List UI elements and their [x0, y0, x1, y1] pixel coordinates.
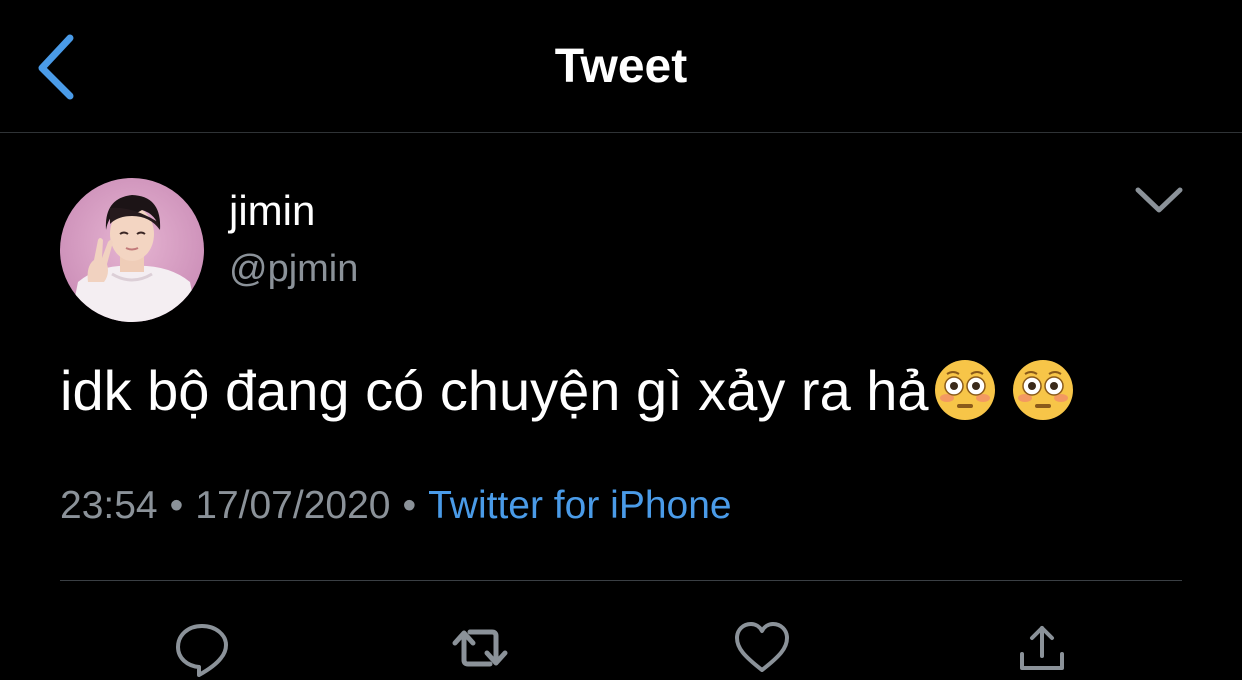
- chevron-down-icon: [1135, 187, 1183, 213]
- tweet-meta: 23:54 • 17/07/2020 • Twitter for iPhone: [60, 482, 732, 530]
- meta-separator: •: [169, 484, 184, 527]
- reply-button[interactable]: [172, 618, 232, 678]
- avatar[interactable]: [60, 178, 204, 322]
- author-handle: @pjmin: [229, 248, 359, 290]
- tweet-text-content: idk bộ đang có chuyện gì xảy ra hả: [60, 359, 929, 422]
- reply-icon: [176, 624, 228, 677]
- tweet-text: idk bộ đang có chuyện gì xảy ra hả: [60, 356, 1200, 426]
- author-display-name[interactable]: jimin: [229, 186, 315, 236]
- tweet-source-link[interactable]: Twitter for iPhone: [428, 484, 731, 527]
- tweet-date: 17/07/2020: [195, 484, 391, 527]
- tweet-time: 23:54: [60, 484, 158, 527]
- flushed-face-emoji: [934, 360, 995, 420]
- meta-separator: •: [402, 484, 417, 527]
- divider: [60, 580, 1182, 581]
- like-button[interactable]: [732, 618, 792, 678]
- heart-icon: [735, 622, 789, 672]
- more-options-button[interactable]: [1128, 178, 1190, 226]
- profile-photo: [60, 178, 204, 322]
- share-button[interactable]: [1012, 618, 1072, 678]
- flushed-face-emoji: [1012, 360, 1073, 420]
- page-title: Tweet: [554, 40, 688, 93]
- navigation-header: Tweet: [0, 0, 1242, 133]
- share-icon: [1020, 626, 1064, 670]
- retweet-icon: [452, 629, 508, 667]
- retweet-button[interactable]: [450, 618, 510, 678]
